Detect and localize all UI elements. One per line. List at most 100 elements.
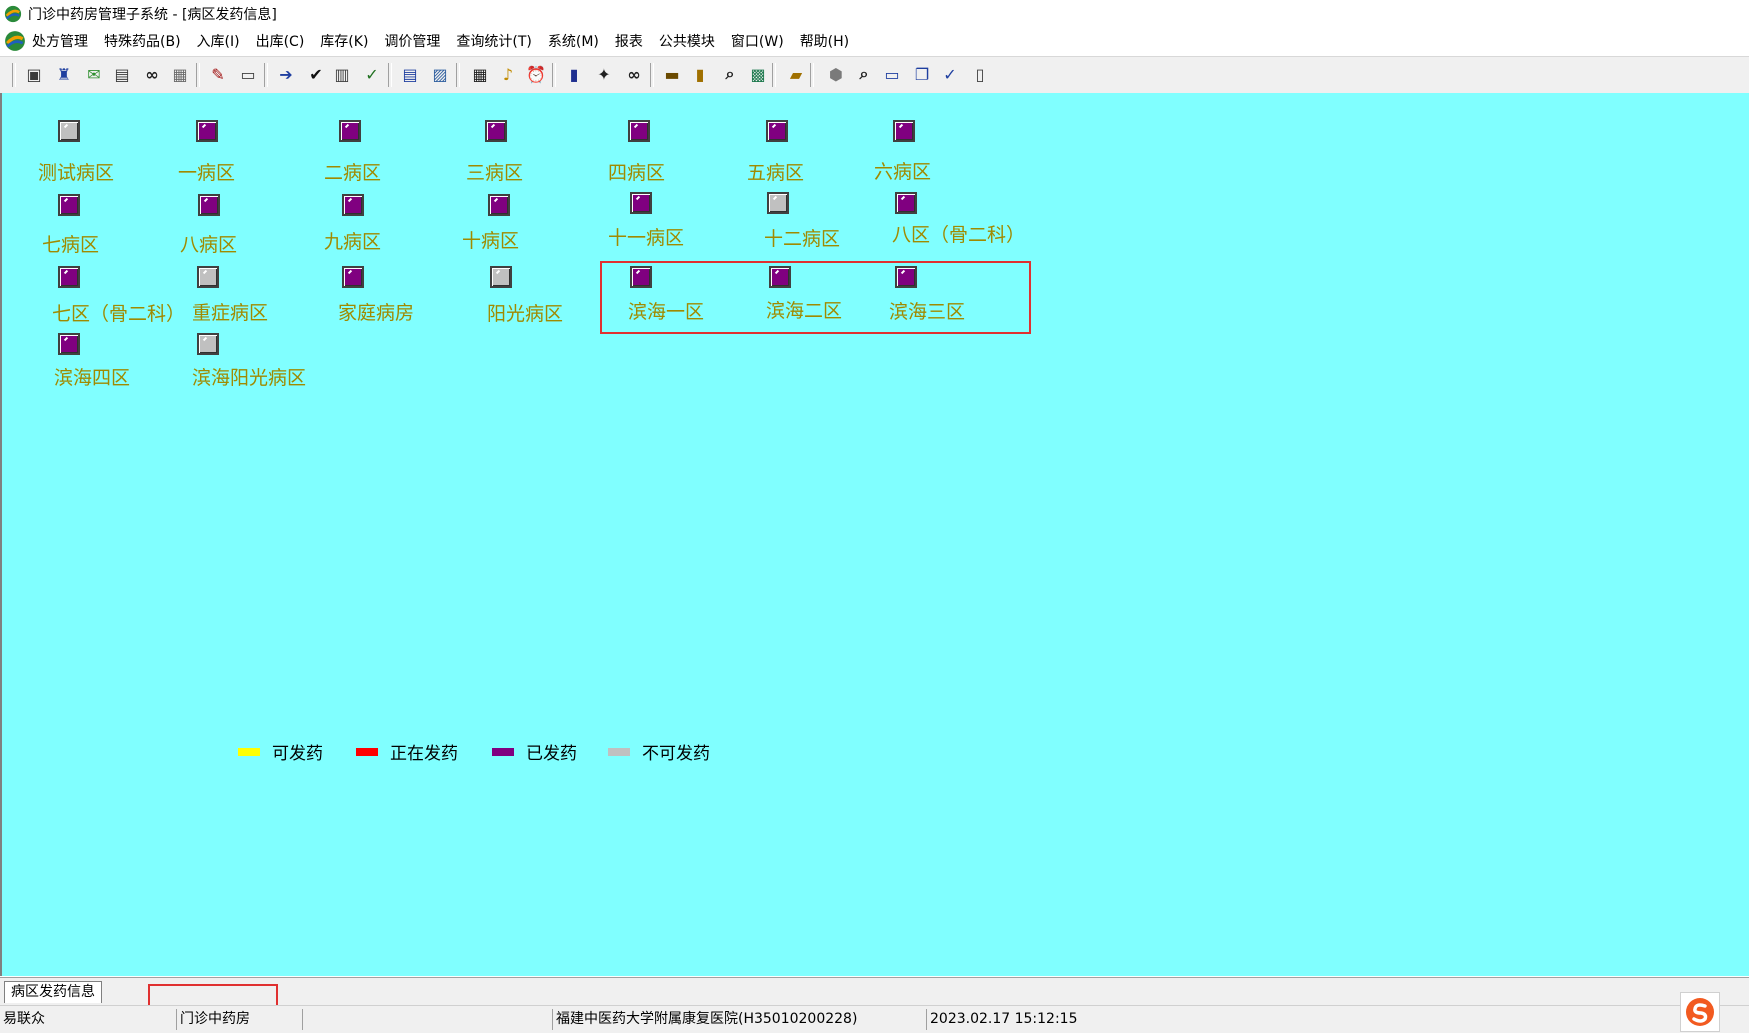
menu-bar: 处方管理 特殊药品(B) 入库(I) 出库(C) 库存(K) 调价管理 查询统计… — [0, 28, 1749, 54]
ward-label[interactable]: 九病区 — [324, 227, 381, 254]
sogou-ime-icon[interactable] — [1680, 992, 1720, 1032]
ward-label[interactable]: 八区（骨二科） — [892, 220, 1025, 247]
ward-status-icon[interactable] — [58, 266, 80, 288]
ward-status-icon[interactable] — [342, 194, 364, 216]
ward-label[interactable]: 二病区 — [324, 158, 381, 185]
menu-common-modules[interactable]: 公共模块 — [659, 31, 715, 51]
binoculars-icon[interactable]: ∞ — [142, 64, 162, 84]
ward-label[interactable]: 十病区 — [462, 226, 519, 253]
excel-icon[interactable]: ▩ — [748, 64, 768, 84]
menu-stock-out[interactable]: 出库(C) — [256, 31, 305, 51]
menu-inventory[interactable]: 库存(K) — [320, 31, 368, 51]
ward-label[interactable]: 十一病区 — [608, 223, 684, 250]
ward-status-icon[interactable] — [767, 192, 789, 214]
print-preview-icon[interactable]: ▣ — [24, 64, 44, 84]
ward-status-icon[interactable] — [628, 120, 650, 142]
ward-label[interactable]: 滨海四区 — [54, 363, 130, 390]
ward-status-icon[interactable] — [342, 266, 364, 288]
ward-status-icon[interactable] — [58, 194, 80, 216]
ward-label[interactable]: 测试病区 — [38, 158, 114, 185]
thermometer-icon[interactable]: ▮ — [690, 64, 710, 84]
ward-label[interactable]: 六病区 — [874, 157, 931, 184]
ward-label[interactable]: 十二病区 — [764, 224, 840, 251]
menu-prescription[interactable]: 处方管理 — [32, 31, 88, 51]
status-datetime: 2023.02.17 15:12:15 — [926, 1009, 1146, 1030]
printer-icon[interactable]: ▬ — [662, 64, 682, 84]
ward-status-icon[interactable] — [766, 120, 788, 142]
menu-stock-in[interactable]: 入库(I) — [197, 31, 240, 51]
ward-status-icon[interactable] — [339, 120, 361, 142]
ward-label[interactable]: 一病区 — [178, 158, 235, 185]
image-icon[interactable]: ▨ — [430, 64, 450, 84]
card-icon[interactable]: ▭ — [238, 64, 258, 84]
document-list-icon[interactable]: ▤ — [112, 64, 132, 84]
window-title: 门诊中药房管理子系统 - [病区发药信息] — [28, 7, 277, 23]
checkmark-icon[interactable]: ✔ — [306, 64, 326, 84]
binoculars-search-icon[interactable]: ∞ — [624, 64, 644, 84]
ward-status-icon[interactable] — [197, 333, 219, 355]
check-list-icon[interactable]: ✓ — [940, 64, 960, 84]
zoom-icon[interactable]: ⌕ — [854, 64, 874, 84]
menu-reports[interactable]: 报表 — [615, 31, 643, 51]
toolbar-separator — [196, 63, 200, 87]
ward-label[interactable]: 三病区 — [466, 158, 523, 185]
legend-swatch — [356, 747, 378, 756]
grid-report-icon[interactable]: ▦ — [170, 64, 190, 84]
check-document-icon[interactable]: ✓ — [362, 64, 382, 84]
ward-status-icon[interactable] — [58, 333, 80, 355]
menu-price-adjust[interactable]: 调价管理 — [384, 31, 440, 51]
toolbar-separator — [772, 63, 776, 87]
horizontal-split-icon[interactable]: ▭ — [882, 64, 902, 84]
legend-label: 不可发药 — [642, 744, 710, 764]
wand-icon[interactable]: ✦ — [594, 64, 614, 84]
app-logo-icon — [4, 5, 22, 23]
menu-query-stats[interactable]: 查询统计(T) — [456, 31, 531, 51]
edit-table-icon[interactable]: ▤ — [400, 64, 420, 84]
ward-status-icon[interactable] — [198, 194, 220, 216]
title-bar: 门诊中药房管理子系统 - [病区发药信息] — [0, 0, 1749, 28]
menu-window[interactable]: 窗口(W) — [731, 31, 784, 51]
ward-status-icon[interactable] — [197, 266, 219, 288]
menu-special-drugs[interactable]: 特殊药品(B) — [104, 31, 181, 51]
legend-label: 正在发药 — [390, 744, 458, 764]
paste-icon[interactable]: ▥ — [332, 64, 352, 84]
toolbar-separator — [12, 63, 16, 87]
ward-label[interactable]: 滨海阳光病区 — [192, 363, 306, 390]
ward-label[interactable]: 五病区 — [747, 158, 804, 185]
ward-status-icon[interactable] — [196, 120, 218, 142]
ward-label[interactable]: 重症病区 — [192, 298, 268, 325]
ward-status-icon[interactable] — [485, 120, 507, 142]
ward-label[interactable]: 七病区 — [42, 230, 99, 257]
tag-icon[interactable]: ✎ — [208, 64, 228, 84]
cascade-icon[interactable]: ❐ — [912, 64, 932, 84]
ward-label[interactable]: 七区（骨二科） — [52, 299, 185, 326]
open-folder-icon[interactable]: ▰ — [786, 64, 806, 84]
legend-swatch — [608, 747, 630, 756]
gift-icon[interactable]: ▮ — [564, 64, 584, 84]
app-menu-icon[interactable] — [4, 30, 26, 52]
ward-label[interactable]: 四病区 — [608, 158, 665, 185]
ward-status-icon[interactable] — [488, 194, 510, 216]
magnifier-icon[interactable]: ⌕ — [720, 64, 740, 84]
bell-icon[interactable]: ♪ — [498, 64, 518, 84]
ward-label[interactable]: 阳光病区 — [487, 299, 563, 326]
ward-status-icon[interactable] — [490, 266, 512, 288]
bottle-icon[interactable]: ♜ — [54, 64, 74, 84]
keypad-icon[interactable]: ▦ — [470, 64, 490, 84]
ward-status-icon[interactable] — [893, 120, 915, 142]
alarm-icon[interactable]: ⏰ — [526, 64, 546, 84]
document-arrow-icon[interactable]: ➔ — [276, 64, 296, 84]
ward-status-icon[interactable] — [630, 192, 652, 214]
toolbar-separator — [264, 63, 268, 87]
menu-system[interactable]: 系统(M) — [548, 31, 599, 51]
ward-status-icon[interactable] — [58, 120, 80, 142]
check-mail-icon[interactable]: ✉ — [84, 64, 104, 84]
tab-ward-dispensing-info[interactable]: 病区发药信息 — [4, 981, 102, 1003]
status-blank — [302, 1009, 552, 1030]
ward-status-icon[interactable] — [895, 192, 917, 214]
ward-label[interactable]: 八病区 — [180, 230, 237, 257]
menu-help[interactable]: 帮助(H) — [800, 31, 849, 51]
clipboard-icon[interactable]: ▯ — [970, 64, 990, 84]
ward-label[interactable]: 家庭病房 — [338, 298, 414, 325]
cube-icon[interactable]: ⬢ — [826, 64, 846, 84]
